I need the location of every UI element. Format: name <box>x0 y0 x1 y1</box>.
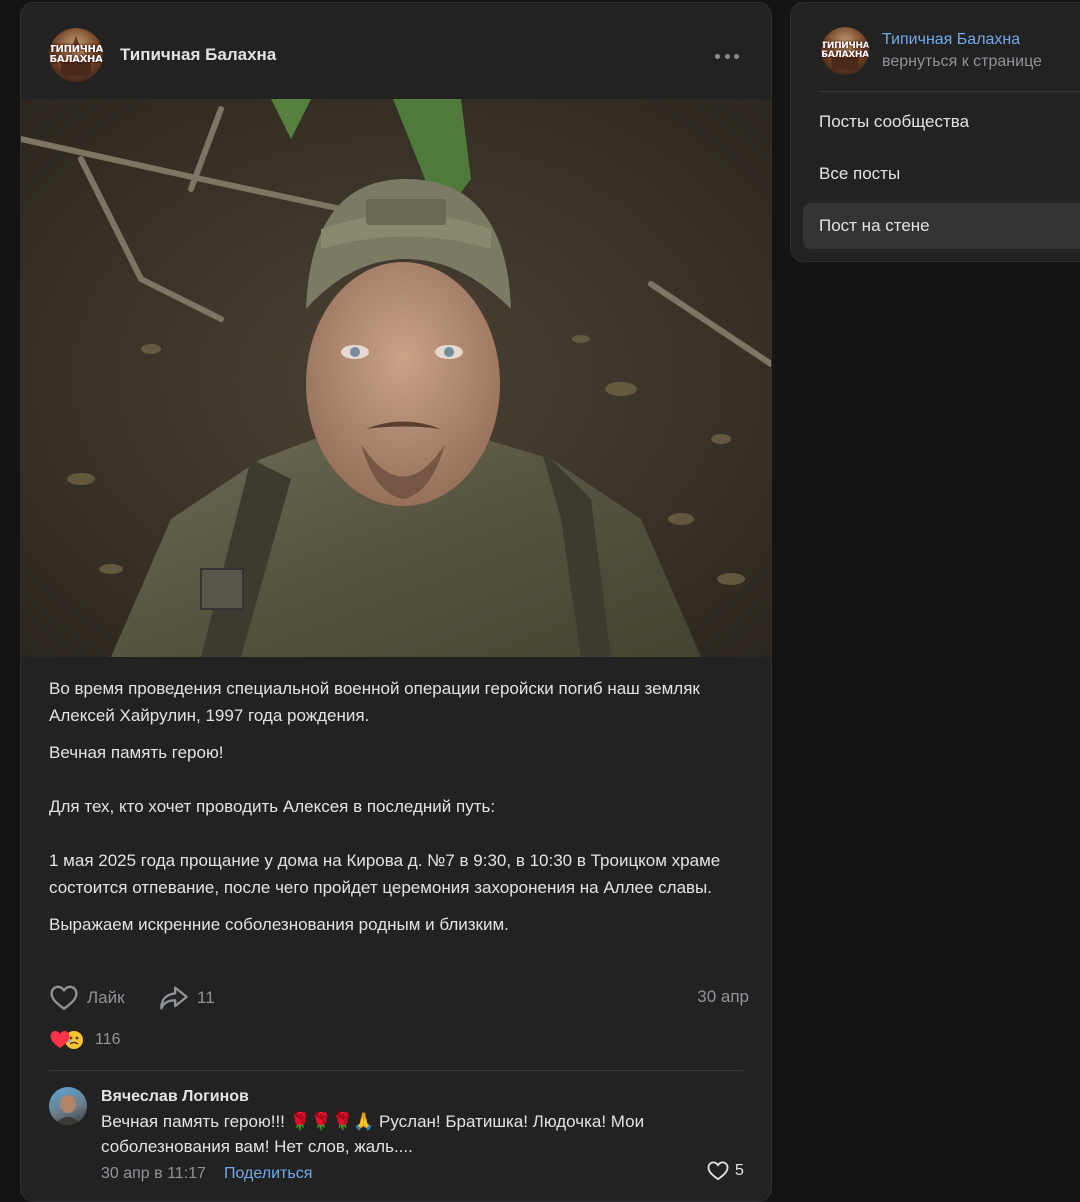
community-avatar[interactable]: ТИПИЧНАЯ БАЛАХНА <box>49 28 103 82</box>
comment-author[interactable]: Вячеслав Логинов <box>101 1088 249 1106</box>
like-label: Лайк <box>87 988 125 1007</box>
sidebar-item-all-posts[interactable]: Все посты <box>803 151 1080 197</box>
comment-text: Вечная память герою!!! 🌹🌹🌹🙏 Руслан! Брат… <box>101 1112 645 1156</box>
small-heart-icon <box>707 1161 729 1181</box>
commenter-avatar[interactable] <box>49 1087 87 1125</box>
more-icon[interactable] <box>714 44 740 68</box>
sidebar-item-label: Все посты <box>819 164 901 183</box>
like-button[interactable]: Лайк <box>49 981 125 1015</box>
comment-like-button[interactable]: 5 <box>707 1161 744 1181</box>
heart-outline-icon <box>50 985 78 1011</box>
sidebar-item-label: Пост на стене <box>819 216 930 235</box>
share-count: 11 <box>197 988 215 1007</box>
post-paragraph: Выражаем искренние соболезнования родным… <box>49 915 509 934</box>
sidebar-divider <box>819 91 1080 92</box>
sidebar-panel: ТИПИЧНАЯ БАЛАХНА Типичная Балахна вернут… <box>790 2 1080 262</box>
share-button[interactable]: 11 <box>159 981 215 1015</box>
heart-reaction-icon <box>50 1031 70 1048</box>
post-body-text: Во время проведения специальной военной … <box>49 675 749 938</box>
sidebar-item-community-posts[interactable]: Посты сообщества <box>803 99 1080 145</box>
post-paragraph: Вечная память герою! <box>49 743 224 762</box>
reactions-count: 116 <box>95 1031 121 1048</box>
comment-share-link[interactable]: Поделиться <box>224 1165 312 1183</box>
comment-like-count: 5 <box>735 1162 744 1179</box>
sidebar-item-wall-post[interactable]: Пост на стене <box>803 203 1080 249</box>
sidebar-community-avatar[interactable]: ТИПИЧНАЯ БАЛАХНА <box>821 27 869 75</box>
post-date[interactable]: 30 апр <box>697 987 749 1007</box>
back-to-page-link[interactable]: вернуться к странице <box>882 53 1042 71</box>
sidebar-item-label: Посты сообщества <box>819 112 970 131</box>
post-header: ТИПИЧНАЯ БАЛАХНА Типичная Балахна <box>21 3 771 99</box>
comment-time[interactable]: 30 апр в 11:17 <box>101 1165 206 1183</box>
post-photo[interactable] <box>21 99 771 657</box>
comments-divider <box>49 1070 743 1071</box>
sidebar-community-name[interactable]: Типичная Балахна <box>882 31 1020 49</box>
avatar-logo-text: ТИПИЧНАЯ БАЛАХНА <box>821 41 869 60</box>
post-paragraph: 1 мая 2025 года прощание у дома на Киров… <box>49 851 721 897</box>
post-author-name[interactable]: Типичная Балахна <box>120 45 276 65</box>
post-paragraph: Для тех, кто хочет проводить Алексея в п… <box>49 797 496 816</box>
post-paragraph: Во время проведения специальной военной … <box>49 679 700 725</box>
avatar-logo-text: ТИПИЧНАЯ БАЛАХНА <box>49 44 103 65</box>
soldier-photo <box>21 99 771 657</box>
post-actions: Лайк 11 30 апр <box>49 981 749 1015</box>
share-arrow-icon <box>160 986 188 1010</box>
post-card: ТИПИЧНАЯ БАЛАХНА Типичная Балахна <box>20 2 772 1202</box>
reactions-summary[interactable]: 116 <box>49 1027 121 1053</box>
